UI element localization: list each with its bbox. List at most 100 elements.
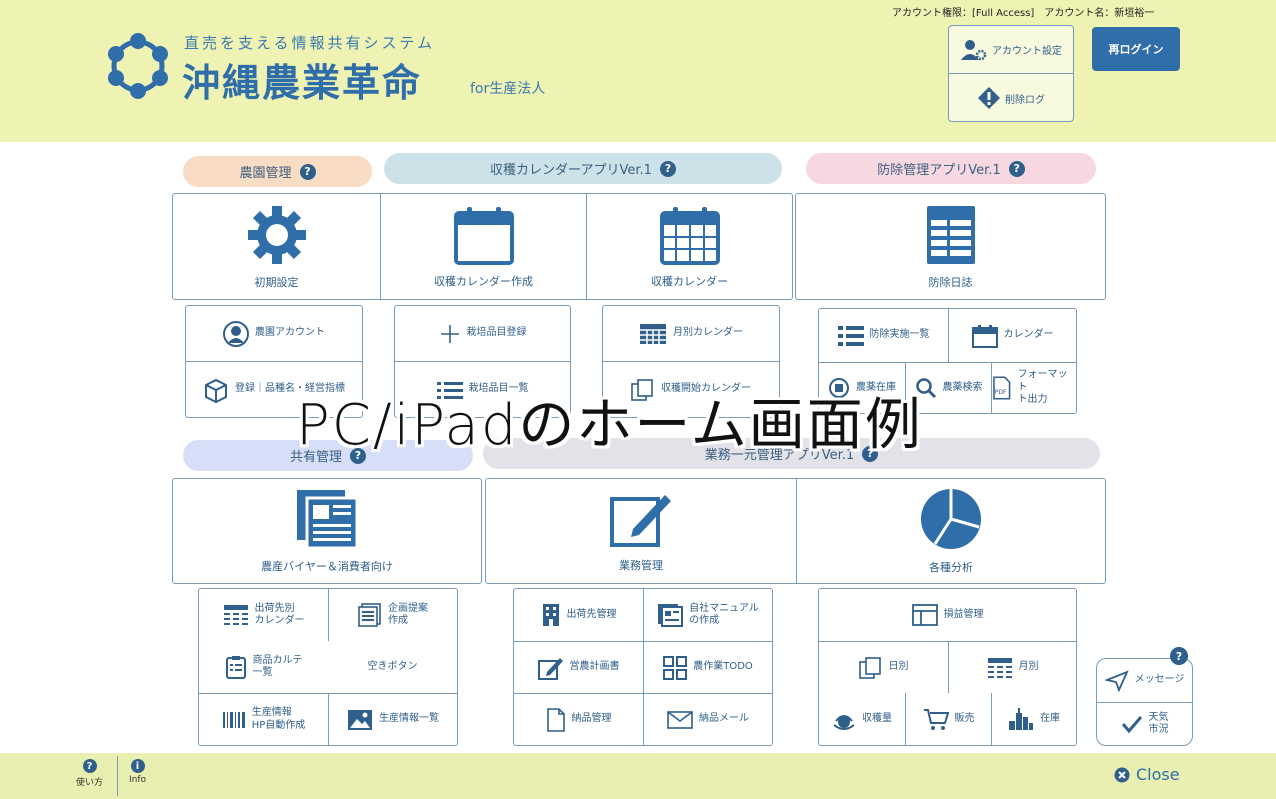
analysis-button[interactable]: 各種分析 <box>796 479 1105 583</box>
help-icon[interactable]: ? <box>1170 647 1188 665</box>
stock-label: 在庫 <box>1040 712 1060 724</box>
crop-register-label: 栽培品目登録 <box>466 327 527 339</box>
close-label: Close <box>1136 765 1180 784</box>
clipboard-icon <box>225 656 246 679</box>
production-info-list-button[interactable]: 生産情報一覧 <box>328 693 457 745</box>
svg-text:PDF: PDF <box>995 390 1007 396</box>
business-main-panel: 業務管理 各種分析 <box>485 478 1106 584</box>
footer-bar <box>0 753 1276 799</box>
relogin-button[interactable]: 再ログイン <box>1092 27 1180 71</box>
stock-button[interactable]: 在庫 <box>991 693 1076 745</box>
plan-proposal-button[interactable]: 企画提案 作成 <box>328 589 457 641</box>
spreadsheet-icon <box>926 205 975 264</box>
barcode-icon <box>222 711 245 728</box>
daily-button[interactable]: 日別 <box>819 641 948 693</box>
weather-market-label-2: 市況 <box>1148 724 1169 735</box>
image-icon <box>348 709 372 730</box>
ship-management-button[interactable]: 出荷先管理 <box>514 589 643 641</box>
howto-label: 使い方 <box>76 778 104 788</box>
pest-list-button[interactable]: 防除実施一覧 <box>819 309 948 362</box>
farm-account-label: 農園アカウント <box>255 327 325 339</box>
harvest-calendar-create-button[interactable]: 収穫カレンダー作成 <box>380 194 586 299</box>
account-info: アカウント権限：[Full Access] アカウント名：新垣裕一 <box>892 8 1155 19</box>
alert-icon <box>978 87 1000 109</box>
pest-calendar-button[interactable]: カレンダー <box>948 309 1076 362</box>
crop-register-button[interactable]: 栽培品目登録 <box>395 306 570 361</box>
howto-button[interactable]: ? 使い方 <box>76 759 103 788</box>
monthly-calendar-button[interactable]: 月別カレンダー <box>603 306 779 361</box>
pest-diary-button[interactable]: 防除日誌 <box>796 194 1105 299</box>
section-harvest: 収穫カレンダーアプリVer.1 ? <box>384 153 782 184</box>
harvest-calendar-button[interactable]: 収穫カレンダー <box>586 194 792 299</box>
daily-label: 日別 <box>888 661 909 673</box>
section-harvest-label: 収穫カレンダーアプリVer.1 <box>490 163 652 178</box>
table-icon <box>640 323 666 344</box>
shared-main-panel: 農産バイヤー＆消費者向け <box>172 478 482 584</box>
format-output-label-1: フォーマット <box>1017 369 1068 393</box>
section-pest-label: 防除管理アプリVer.1 <box>877 163 1001 178</box>
farm-todo-button[interactable]: 農作業TODO <box>643 641 772 693</box>
check-icon <box>1121 716 1142 734</box>
plan-proposal-label-1: 企画提案 <box>388 602 428 614</box>
delete-log-button[interactable]: 削除ログ <box>949 74 1073 122</box>
shared-sub-panel: 出荷先別 カレンダー 企画提案 作成 商品カルテ 一覧 空きボタン 生産情報 H… <box>198 588 458 746</box>
buyer-consumer-button[interactable]: 農産バイヤー＆消費者向け <box>173 479 481 583</box>
delete-log-label: 削除ログ <box>1005 94 1045 106</box>
building-icon <box>542 604 559 626</box>
table-icon <box>223 605 248 625</box>
format-output-button[interactable]: PDF フォーマット ト出力 <box>991 362 1076 413</box>
delivery-management-label: 納品管理 <box>571 713 612 725</box>
section-pest: 防除管理アプリVer.1 ? <box>806 153 1096 184</box>
profit-management-button[interactable]: 損益管理 <box>819 589 1076 641</box>
production-info-list-label: 生産情報一覧 <box>379 713 439 725</box>
yield-button[interactable]: 収穫量 <box>819 693 905 745</box>
sales-button[interactable]: 販売 <box>905 693 991 745</box>
ship-calendar-button[interactable]: 出荷先別 カレンダー <box>199 589 328 641</box>
close-button[interactable]: Close <box>1114 765 1180 784</box>
help-icon[interactable]: ? <box>1008 160 1025 177</box>
business-management-button[interactable]: 業務管理 <box>486 479 796 583</box>
pie-chart-icon <box>921 489 981 549</box>
info-button[interactable]: i Info <box>129 759 146 785</box>
pest-diary-label: 防除日誌 <box>928 275 973 289</box>
help-icon[interactable]: ? <box>299 163 316 180</box>
hp-auto-create-label-2: HP自動作成 <box>251 719 306 731</box>
mail-icon <box>667 710 693 729</box>
empty-button[interactable]: 空きボタン <box>328 641 457 693</box>
delivery-management-button[interactable]: 納品管理 <box>514 693 643 745</box>
hp-auto-create-button[interactable]: 生産情報 HP自動作成 <box>199 693 328 745</box>
document-icon <box>358 603 381 627</box>
plan-proposal-text: 企画提案 作成 <box>388 603 428 628</box>
list-icon <box>837 325 864 346</box>
overlay-title: PC/iPadのホーム画面例 <box>296 393 923 458</box>
gear-icon <box>247 205 306 264</box>
section-farm-label: 農園管理 <box>239 166 292 181</box>
format-output-label-2: ト出力 <box>1017 394 1048 406</box>
user-circle-icon <box>223 320 249 347</box>
copy-icon <box>858 656 881 679</box>
account-settings-label: アカウント設定 <box>992 46 1062 57</box>
calendar-blank-icon <box>453 206 514 265</box>
manual-create-button[interactable]: 自社マニュアル の作成 <box>643 589 772 641</box>
edit-icon <box>610 495 671 547</box>
buyer-consumer-label: 農産バイヤー＆消費者向け <box>261 560 393 573</box>
manual-create-text: 自社マニュアル の作成 <box>689 603 759 628</box>
message-button[interactable]: メッセージ <box>1097 659 1192 702</box>
initial-settings-button[interactable]: 初期設定 <box>173 194 380 299</box>
farm-account-button[interactable]: 農園アカウント <box>186 306 362 361</box>
pest-list-label: 防除実施一覧 <box>869 329 930 341</box>
farm-plan-button[interactable]: 営農計画書 <box>514 641 643 693</box>
harvest-calendar-create-label: 収穫カレンダー作成 <box>434 274 533 288</box>
ship-calendar-label-1: 出荷先別 <box>254 602 295 614</box>
product-karte-button[interactable]: 商品カルテ 一覧 <box>199 641 328 693</box>
pest-calendar-label: カレンダー <box>1003 329 1054 341</box>
cart-icon <box>923 709 949 730</box>
monthly-button[interactable]: 月別 <box>948 641 1076 693</box>
pest-main-panel: 防除日誌 <box>795 193 1106 300</box>
sales-label: 販売 <box>954 712 975 724</box>
account-settings-button[interactable]: アカウント設定 <box>949 26 1073 74</box>
weather-market-button[interactable]: 天気 市況 <box>1097 702 1192 745</box>
info-label: Info <box>129 775 147 785</box>
help-icon[interactable]: ? <box>659 160 676 177</box>
delivery-mail-button[interactable]: 納品メール <box>643 693 772 745</box>
